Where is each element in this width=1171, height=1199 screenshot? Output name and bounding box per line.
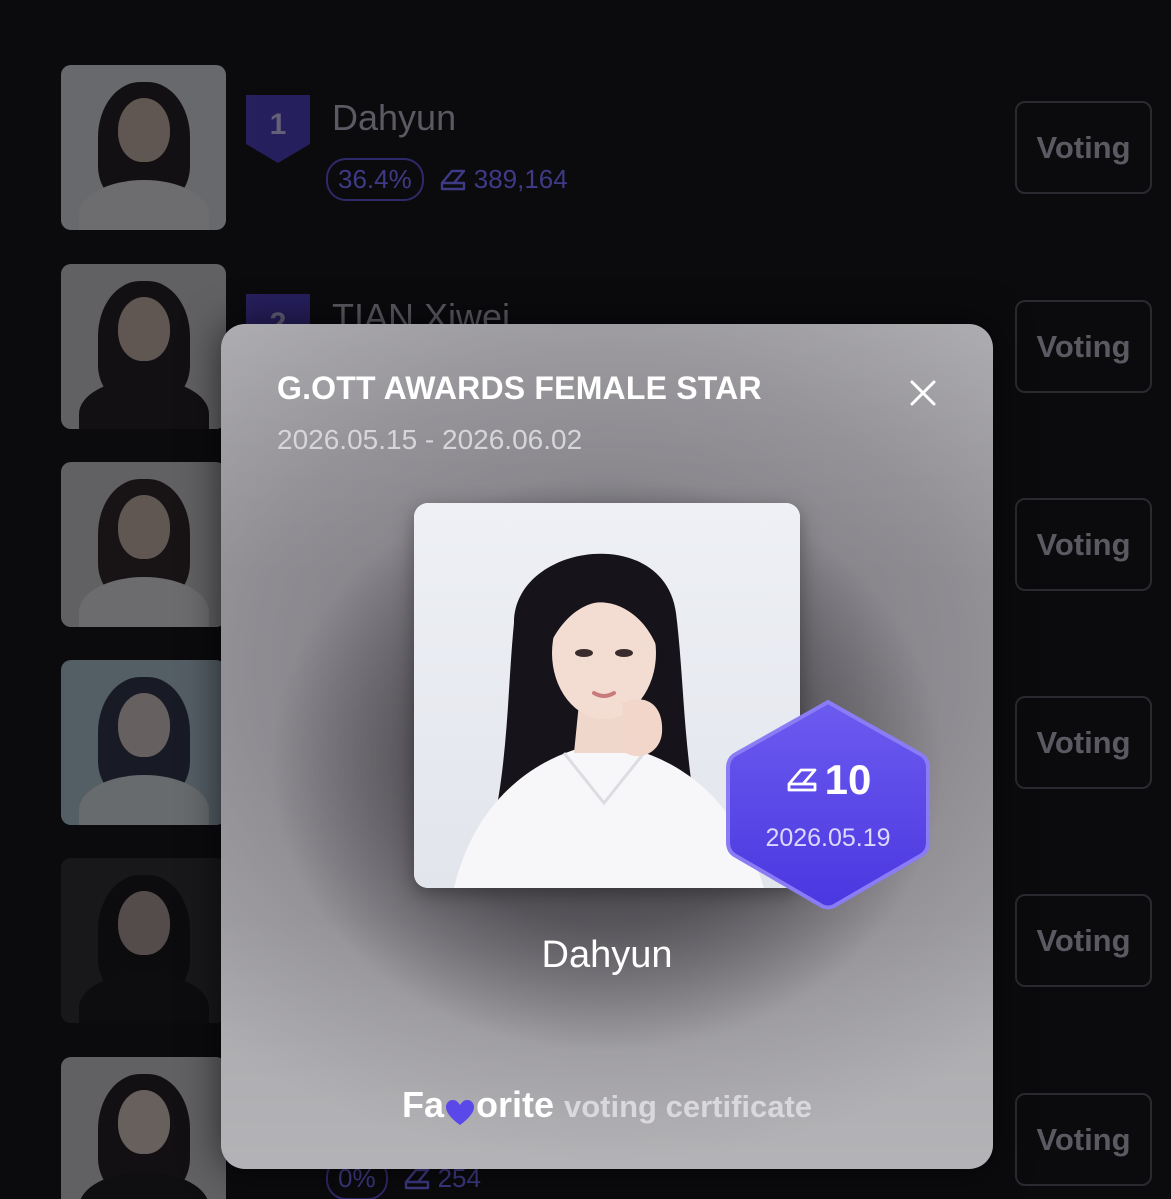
vote-count: 389,164 bbox=[438, 164, 568, 195]
badge-vote-count: 10 bbox=[724, 756, 932, 804]
brand-logo: Fa orite bbox=[401, 1084, 554, 1125]
close-button[interactable] bbox=[902, 372, 944, 414]
candidate-name: Dahyun bbox=[332, 97, 457, 138]
voting-button[interactable]: Voting bbox=[1015, 894, 1152, 987]
event-dates: 2026.05.15 - 2026.06.02 bbox=[277, 424, 583, 455]
vote-gem-icon bbox=[404, 1168, 429, 1189]
vote-gem-icon bbox=[440, 169, 465, 190]
avatar bbox=[61, 264, 226, 429]
rank-badge-icon: 1 bbox=[246, 95, 310, 163]
certificate-modal: G.OTT AWARDS FEMALE STAR 2026.05.15 - 20… bbox=[221, 324, 993, 1169]
avatar bbox=[61, 660, 226, 825]
close-icon bbox=[910, 380, 936, 406]
certificate-label: voting certificate bbox=[563, 1089, 813, 1124]
candidate-stats: 36.4% 389,164 bbox=[326, 158, 568, 201]
modal-title: G.OTT AWARDS FEMALE STAR bbox=[277, 370, 762, 406]
voting-button[interactable]: Voting bbox=[1015, 1093, 1152, 1186]
voting-button[interactable]: Voting bbox=[1015, 101, 1152, 194]
list-item[interactable]: 1 Dahyun 36.4% 389,164 Voting bbox=[0, 65, 1171, 233]
avatar bbox=[61, 1057, 226, 1199]
avatar bbox=[61, 858, 226, 1023]
heart-icon bbox=[445, 1094, 475, 1125]
certificate-name: Dahyun bbox=[541, 934, 673, 976]
certificate-footer: Fa orite voting certificate bbox=[221, 1084, 993, 1126]
hexagon-badge-icon bbox=[726, 699, 930, 910]
percent-badge: 36.4% bbox=[326, 158, 424, 201]
voting-button[interactable]: Voting bbox=[1015, 300, 1152, 393]
badge-date: 2026.05.19 bbox=[765, 824, 891, 852]
vote-certificate-badge: 10 2026.05.19 bbox=[724, 696, 932, 914]
voting-button[interactable]: Voting bbox=[1015, 498, 1152, 591]
vote-gem-icon bbox=[787, 768, 817, 792]
voting-button[interactable]: Voting bbox=[1015, 696, 1152, 789]
avatar bbox=[61, 65, 226, 230]
avatar bbox=[61, 462, 226, 627]
